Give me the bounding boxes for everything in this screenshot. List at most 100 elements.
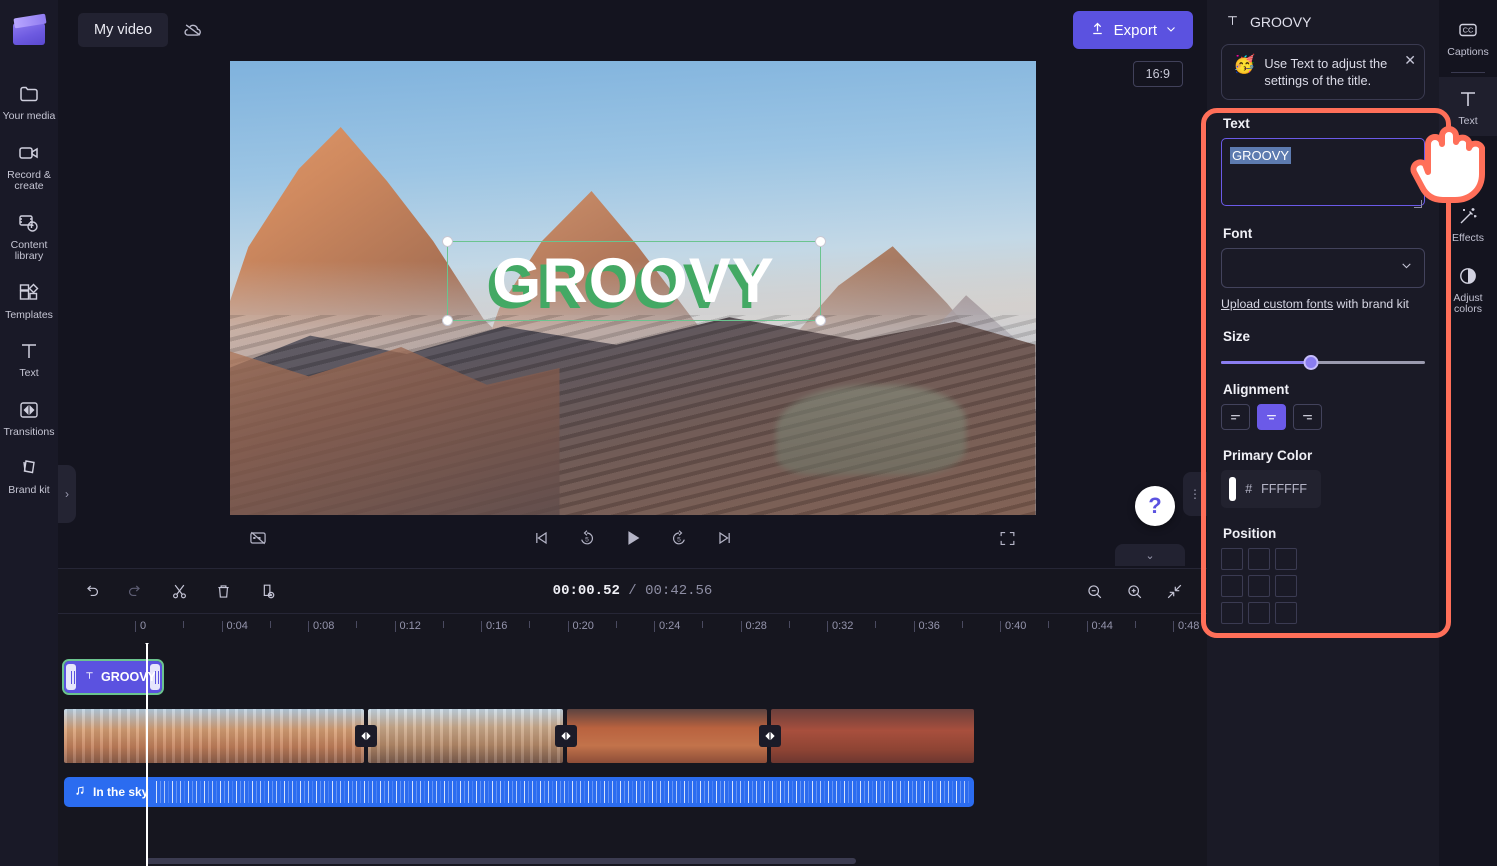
ruler-tick: 0:08 [307,620,335,632]
align-right-icon[interactable] [1293,404,1322,430]
delete-trash-icon[interactable] [208,576,238,606]
sidebar-item-transitions[interactable]: Transitions [0,388,58,447]
text-overlay-selection[interactable]: GROOVY [441,236,826,326]
video-clip-2[interactable] [368,709,563,763]
sidebar-item-your-media[interactable]: Your media [0,72,58,131]
zoom-in-icon[interactable] [1119,576,1149,606]
upload-suffix: with brand kit [1333,297,1409,311]
rail-item-effects[interactable]: Effects [1439,194,1497,254]
transitions-icon [16,397,42,423]
sidebar-item-brand-kit[interactable]: Brand kit [0,446,58,505]
position-cell-bottom-right[interactable] [1275,602,1297,624]
transition-bowtie-icon[interactable] [759,725,781,747]
redo-icon[interactable] [120,576,150,606]
resize-handle-top-right[interactable] [814,236,826,247]
sidebar-item-templates[interactable]: Templates [0,271,58,330]
timeline-ruler[interactable]: 0 0:04 0:08 0:12 0:16 0:20 0:24 0:28 0:32 0:36 0:… [58,613,1207,643]
close-x-icon[interactable]: ✕ [1404,52,1416,69]
text-t-icon [1455,86,1481,112]
panel-header: GROOVY [1221,0,1425,44]
position-cell-middle-left[interactable] [1221,575,1243,597]
cloud-off-icon[interactable] [176,13,210,47]
position-cell-top-center[interactable] [1248,548,1270,570]
split-scissors-icon[interactable] [164,576,194,606]
rail-item-adjust-colors[interactable]: Adjust colors [1439,254,1497,325]
rail-item-label: Text [1458,114,1478,127]
video-clip-1[interactable] [64,709,364,763]
resize-handle-top-left[interactable] [441,236,453,247]
tip-card: 🥳 Use Text to adjust the settings of the… [1221,44,1425,100]
skip-to-start-icon[interactable] [525,522,557,554]
transition-bowtie-icon[interactable] [355,725,377,747]
svg-text:5: 5 [585,536,589,543]
font-select-dropdown[interactable] [1221,248,1425,288]
zoom-out-icon[interactable] [1079,576,1109,606]
ruler-tick: 0:28 [740,620,767,632]
panel-collapse-chevron-icon[interactable]: › [58,465,76,523]
trim-handle-left[interactable] [66,664,76,690]
color-hash: # [1245,482,1253,496]
position-cell-bottom-center[interactable] [1248,602,1270,624]
video-camera-icon [16,140,42,166]
rail-item-label: Adjust colors [1453,291,1483,315]
timeline-horizontal-scrollbar[interactable] [146,858,856,864]
overlay-text: GROOVY [492,246,775,316]
upload-fonts-line: Upload custom fonts with brand kit [1221,297,1425,311]
size-section-label: Size [1223,329,1251,344]
upload-custom-fonts-link[interactable]: Upload custom fonts [1221,297,1333,311]
color-swatch[interactable] [1229,477,1237,501]
fullscreen-icon[interactable] [992,522,1024,554]
party-face-emoji-icon: 🥳 [1233,54,1256,74]
export-button[interactable]: Export [1072,11,1193,49]
rail-item-text[interactable]: Text [1439,76,1497,136]
position-cell-middle-right[interactable] [1275,575,1297,597]
transition-bowtie-icon[interactable] [555,725,577,747]
playhead-grip[interactable] [140,643,154,645]
undo-icon[interactable] [76,576,106,606]
sidebar-item-text[interactable]: Text [0,329,58,388]
trim-handle-right[interactable] [150,664,160,690]
play-icon[interactable] [617,522,649,554]
position-cell-top-right[interactable] [1275,548,1297,570]
playhead[interactable] [140,643,154,866]
audio-clip-in-the-sky[interactable]: In the sky [64,777,974,807]
resize-handle-bottom-right[interactable] [814,315,826,326]
primary-color-picker[interactable]: # FFFFFF [1221,470,1321,508]
audio-clip-label: In the sky [93,785,149,799]
duplicate-icon[interactable] [252,576,282,606]
align-left-icon[interactable] [1221,404,1250,430]
sidebar-item-record-create[interactable]: Record & create [0,131,58,201]
align-center-icon[interactable] [1257,404,1286,430]
export-label: Export [1113,21,1157,39]
rewind-5-icon[interactable]: 5 [571,522,603,554]
fit-to-screen-icon[interactable] [1159,576,1189,606]
sidebar-item-label: Transitions [3,425,55,438]
position-cell-bottom-left[interactable] [1221,602,1243,624]
rail-item-captions[interactable]: CC Captions [1439,8,1497,68]
rail-item-label: Captions [1447,46,1489,58]
resize-handle-bottom-left[interactable] [441,315,453,326]
hidden-right-tab[interactable]: ⋮ [1183,472,1207,516]
video-clip-4[interactable] [771,709,974,763]
sidebar-item-label: Templates [5,308,53,321]
skip-to-end-icon[interactable] [709,522,741,554]
text-input[interactable] [1221,138,1425,206]
help-button[interactable]: ? [1135,486,1175,526]
project-title-button[interactable]: My video [78,13,169,47]
slider-knob[interactable] [1303,355,1319,370]
position-cell-middle-center[interactable] [1248,575,1270,597]
video-preview-canvas[interactable]: GROOVY [229,61,1036,515]
aspect-ratio-badge[interactable]: 16:9 [1132,61,1183,87]
position-grid [1221,548,1425,624]
textarea-resize-grip[interactable] [1414,200,1422,208]
captions-off-icon[interactable] [242,522,274,554]
forward-5-icon[interactable]: 5 [663,522,695,554]
size-slider[interactable] [1221,351,1425,382]
collapse-down-chevron-icon[interactable]: ⌄ [1115,544,1185,566]
valley-field [775,385,966,475]
left-sidebar: Your media Record & create Content libra… [0,0,58,866]
position-cell-top-left[interactable] [1221,548,1243,570]
video-clip-3[interactable] [567,709,767,763]
sidebar-item-content-library[interactable]: Content library [0,201,58,271]
templates-icon [16,280,42,306]
